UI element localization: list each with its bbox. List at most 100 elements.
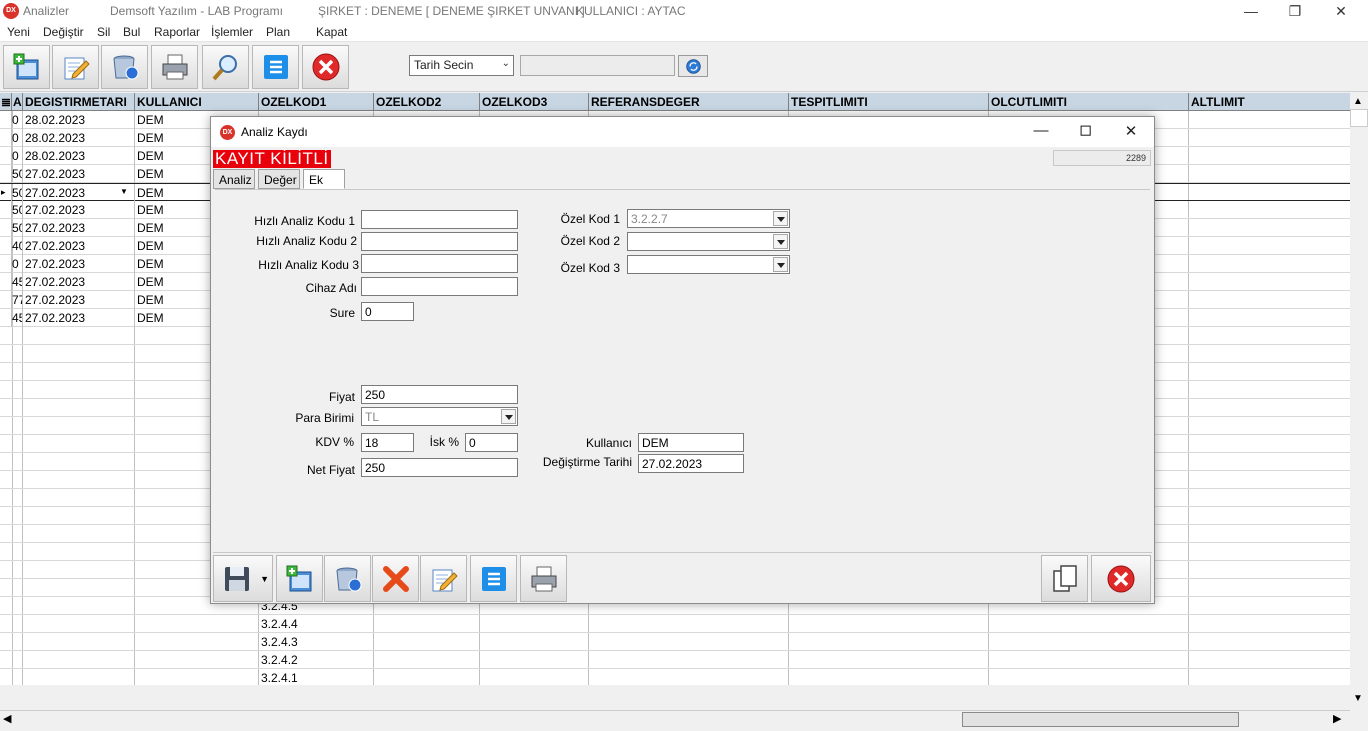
cell-ozelkod1[interactable]: 3.2.4.2 — [259, 651, 373, 669]
ozel-kod-1-select[interactable]: 3.2.2.7 — [627, 209, 790, 228]
menu-degistir[interactable]: Değiştir — [43, 25, 84, 39]
dialog-delete-button[interactable] — [324, 555, 371, 602]
menu-islemler[interactable]: İşlemler — [211, 25, 253, 39]
cell-date[interactable]: 27.02.2023 — [23, 201, 135, 219]
col-ozelkod2[interactable]: OZELKOD2 — [374, 93, 480, 111]
table-row[interactable] — [0, 651, 1350, 669]
row-indicator[interactable] — [0, 165, 12, 183]
col-a[interactable]: A — [12, 93, 23, 111]
minimize-button[interactable]: — — [1228, 0, 1274, 22]
sure-field[interactable]: 0 — [361, 302, 414, 321]
chevron-down-icon[interactable] — [773, 211, 788, 226]
kdv-field[interactable]: 18 — [361, 433, 414, 452]
row-indicator[interactable] — [0, 111, 12, 129]
isk-field[interactable]: 0 — [465, 433, 518, 452]
restore-button[interactable]: ❐ — [1272, 0, 1318, 22]
col-tespitlimiti[interactable]: TESPITLIMITI — [789, 93, 989, 111]
cell-a[interactable]: 0 — [12, 111, 23, 129]
para-birimi-select[interactable]: TL — [361, 407, 518, 426]
cell-ozelkod1[interactable]: 3.2.4.4 — [259, 615, 373, 633]
cell-a[interactable]: 50 — [12, 165, 23, 183]
row-indicator[interactable] — [0, 273, 12, 291]
cell-date[interactable]: 27.02.2023 — [23, 255, 135, 273]
kullanici-field[interactable]: DEM — [638, 433, 744, 452]
cell-a[interactable]: 45 — [12, 309, 23, 327]
tab-analiz[interactable]: Analiz — [213, 169, 255, 189]
search-button[interactable] — [202, 45, 249, 89]
hizli-analiz-kodu-1-field[interactable] — [361, 210, 518, 229]
row-indicator[interactable] — [0, 129, 12, 147]
cell-user[interactable]: DEM — [135, 147, 210, 165]
degistirme-tarihi-field[interactable]: 27.02.2023 — [638, 454, 744, 473]
save-button[interactable]: ▼ — [213, 555, 273, 602]
dialog-edit-button[interactable] — [420, 555, 467, 602]
grid-menu-icon[interactable]: ≣ — [0, 93, 12, 111]
dialog-minimize-button[interactable]: — — [1031, 122, 1051, 142]
fiyat-field[interactable]: 250 — [361, 385, 518, 404]
cell-user[interactable]: DEM — [135, 201, 210, 219]
cell-a[interactable]: 50 — [12, 201, 23, 219]
scroll-thumb[interactable] — [1350, 109, 1368, 127]
cell-a[interactable]: 50 — [12, 184, 23, 202]
col-referansdeger[interactable]: REFERANSDEGER — [589, 93, 789, 111]
cell-a[interactable]: 0 — [12, 129, 23, 147]
dialog-new-button[interactable] — [276, 555, 323, 602]
cell-user[interactable]: DEM — [135, 273, 210, 291]
cell-user[interactable]: DEM — [135, 309, 210, 327]
cell-date[interactable]: 28.02.2023 — [23, 111, 135, 129]
cihaz-adi-field[interactable] — [361, 277, 518, 296]
cell-date[interactable]: 27.02.2023 — [23, 219, 135, 237]
net-fiyat-field[interactable]: 250 — [361, 458, 518, 477]
tab-deger[interactable]: Değer — [258, 169, 300, 189]
menu-yeni[interactable]: Yeni — [7, 25, 30, 39]
col-olcutlimiti[interactable]: OLCUTLIMITI — [989, 93, 1189, 111]
dialog-print-button[interactable] — [520, 555, 567, 602]
date-value-field[interactable] — [520, 55, 675, 76]
refresh-button[interactable] — [678, 55, 708, 77]
chevron-down-icon[interactable]: ▼ — [260, 574, 269, 584]
row-indicator[interactable] — [0, 237, 12, 255]
table-row[interactable] — [0, 615, 1350, 633]
row-indicator[interactable] — [0, 201, 12, 219]
cell-user[interactable]: DEM — [135, 184, 210, 202]
chevron-down-icon[interactable] — [773, 257, 788, 272]
cell-user[interactable]: DEM — [135, 165, 210, 183]
row-indicator[interactable] — [0, 147, 12, 165]
date-select[interactable]: Tarih Secin ⌄ — [409, 55, 514, 76]
scroll-left-icon[interactable]: ◀ — [3, 712, 11, 725]
dialog-close-form-button[interactable] — [1091, 555, 1151, 602]
cell-a[interactable]: 0 — [12, 255, 23, 273]
cell-a[interactable]: 45 — [12, 273, 23, 291]
delete-record-button[interactable] — [101, 45, 148, 89]
cell-a[interactable]: 77 — [12, 291, 23, 309]
row-indicator[interactable] — [0, 309, 12, 327]
cell-ozelkod1[interactable]: 3.2.4.3 — [259, 633, 373, 651]
cell-date[interactable]: 28.02.2023 — [23, 147, 135, 165]
cell-a[interactable]: 40 — [12, 237, 23, 255]
cell-user[interactable]: DEM — [135, 291, 210, 309]
horizontal-scrollbar[interactable]: ◀ ▶ — [0, 710, 1350, 728]
cell-ozelkod1[interactable]: 3.2.4.1 — [259, 669, 373, 685]
chevron-down-icon[interactable] — [501, 409, 516, 424]
scroll-down-icon[interactable]: ▼ — [1353, 693, 1363, 704]
cell-user[interactable]: DEM — [135, 255, 210, 273]
scroll-right-icon[interactable]: ▶ — [1333, 712, 1341, 725]
print-button[interactable] — [151, 45, 198, 89]
vertical-scrollbar[interactable]: ▲ ▼ — [1350, 93, 1368, 710]
table-row[interactable] — [0, 633, 1350, 651]
dialog-cancel-button[interactable] — [372, 555, 419, 602]
chevron-down-icon[interactable] — [773, 234, 788, 249]
cell-date[interactable]: 27.02.2023 — [23, 273, 135, 291]
ozel-kod-2-select[interactable] — [627, 232, 790, 251]
close-window-button[interactable]: ✕ — [1318, 0, 1364, 22]
col-degistirmetari[interactable]: DEGISTIRMETARI — [23, 93, 135, 111]
menu-sil[interactable]: Sil — [97, 25, 110, 39]
cell-a[interactable]: 0 — [12, 147, 23, 165]
dialog-copy-button[interactable] — [1041, 555, 1088, 602]
cell-user[interactable]: DEM — [135, 237, 210, 255]
hscroll-thumb[interactable] — [962, 712, 1239, 727]
menu-plan[interactable]: Plan — [266, 25, 290, 39]
col-altlimit[interactable]: ALTLIMIT — [1189, 93, 1350, 111]
cell-date[interactable]: 27.02.2023 — [23, 165, 135, 183]
close-form-button[interactable] — [302, 45, 349, 89]
